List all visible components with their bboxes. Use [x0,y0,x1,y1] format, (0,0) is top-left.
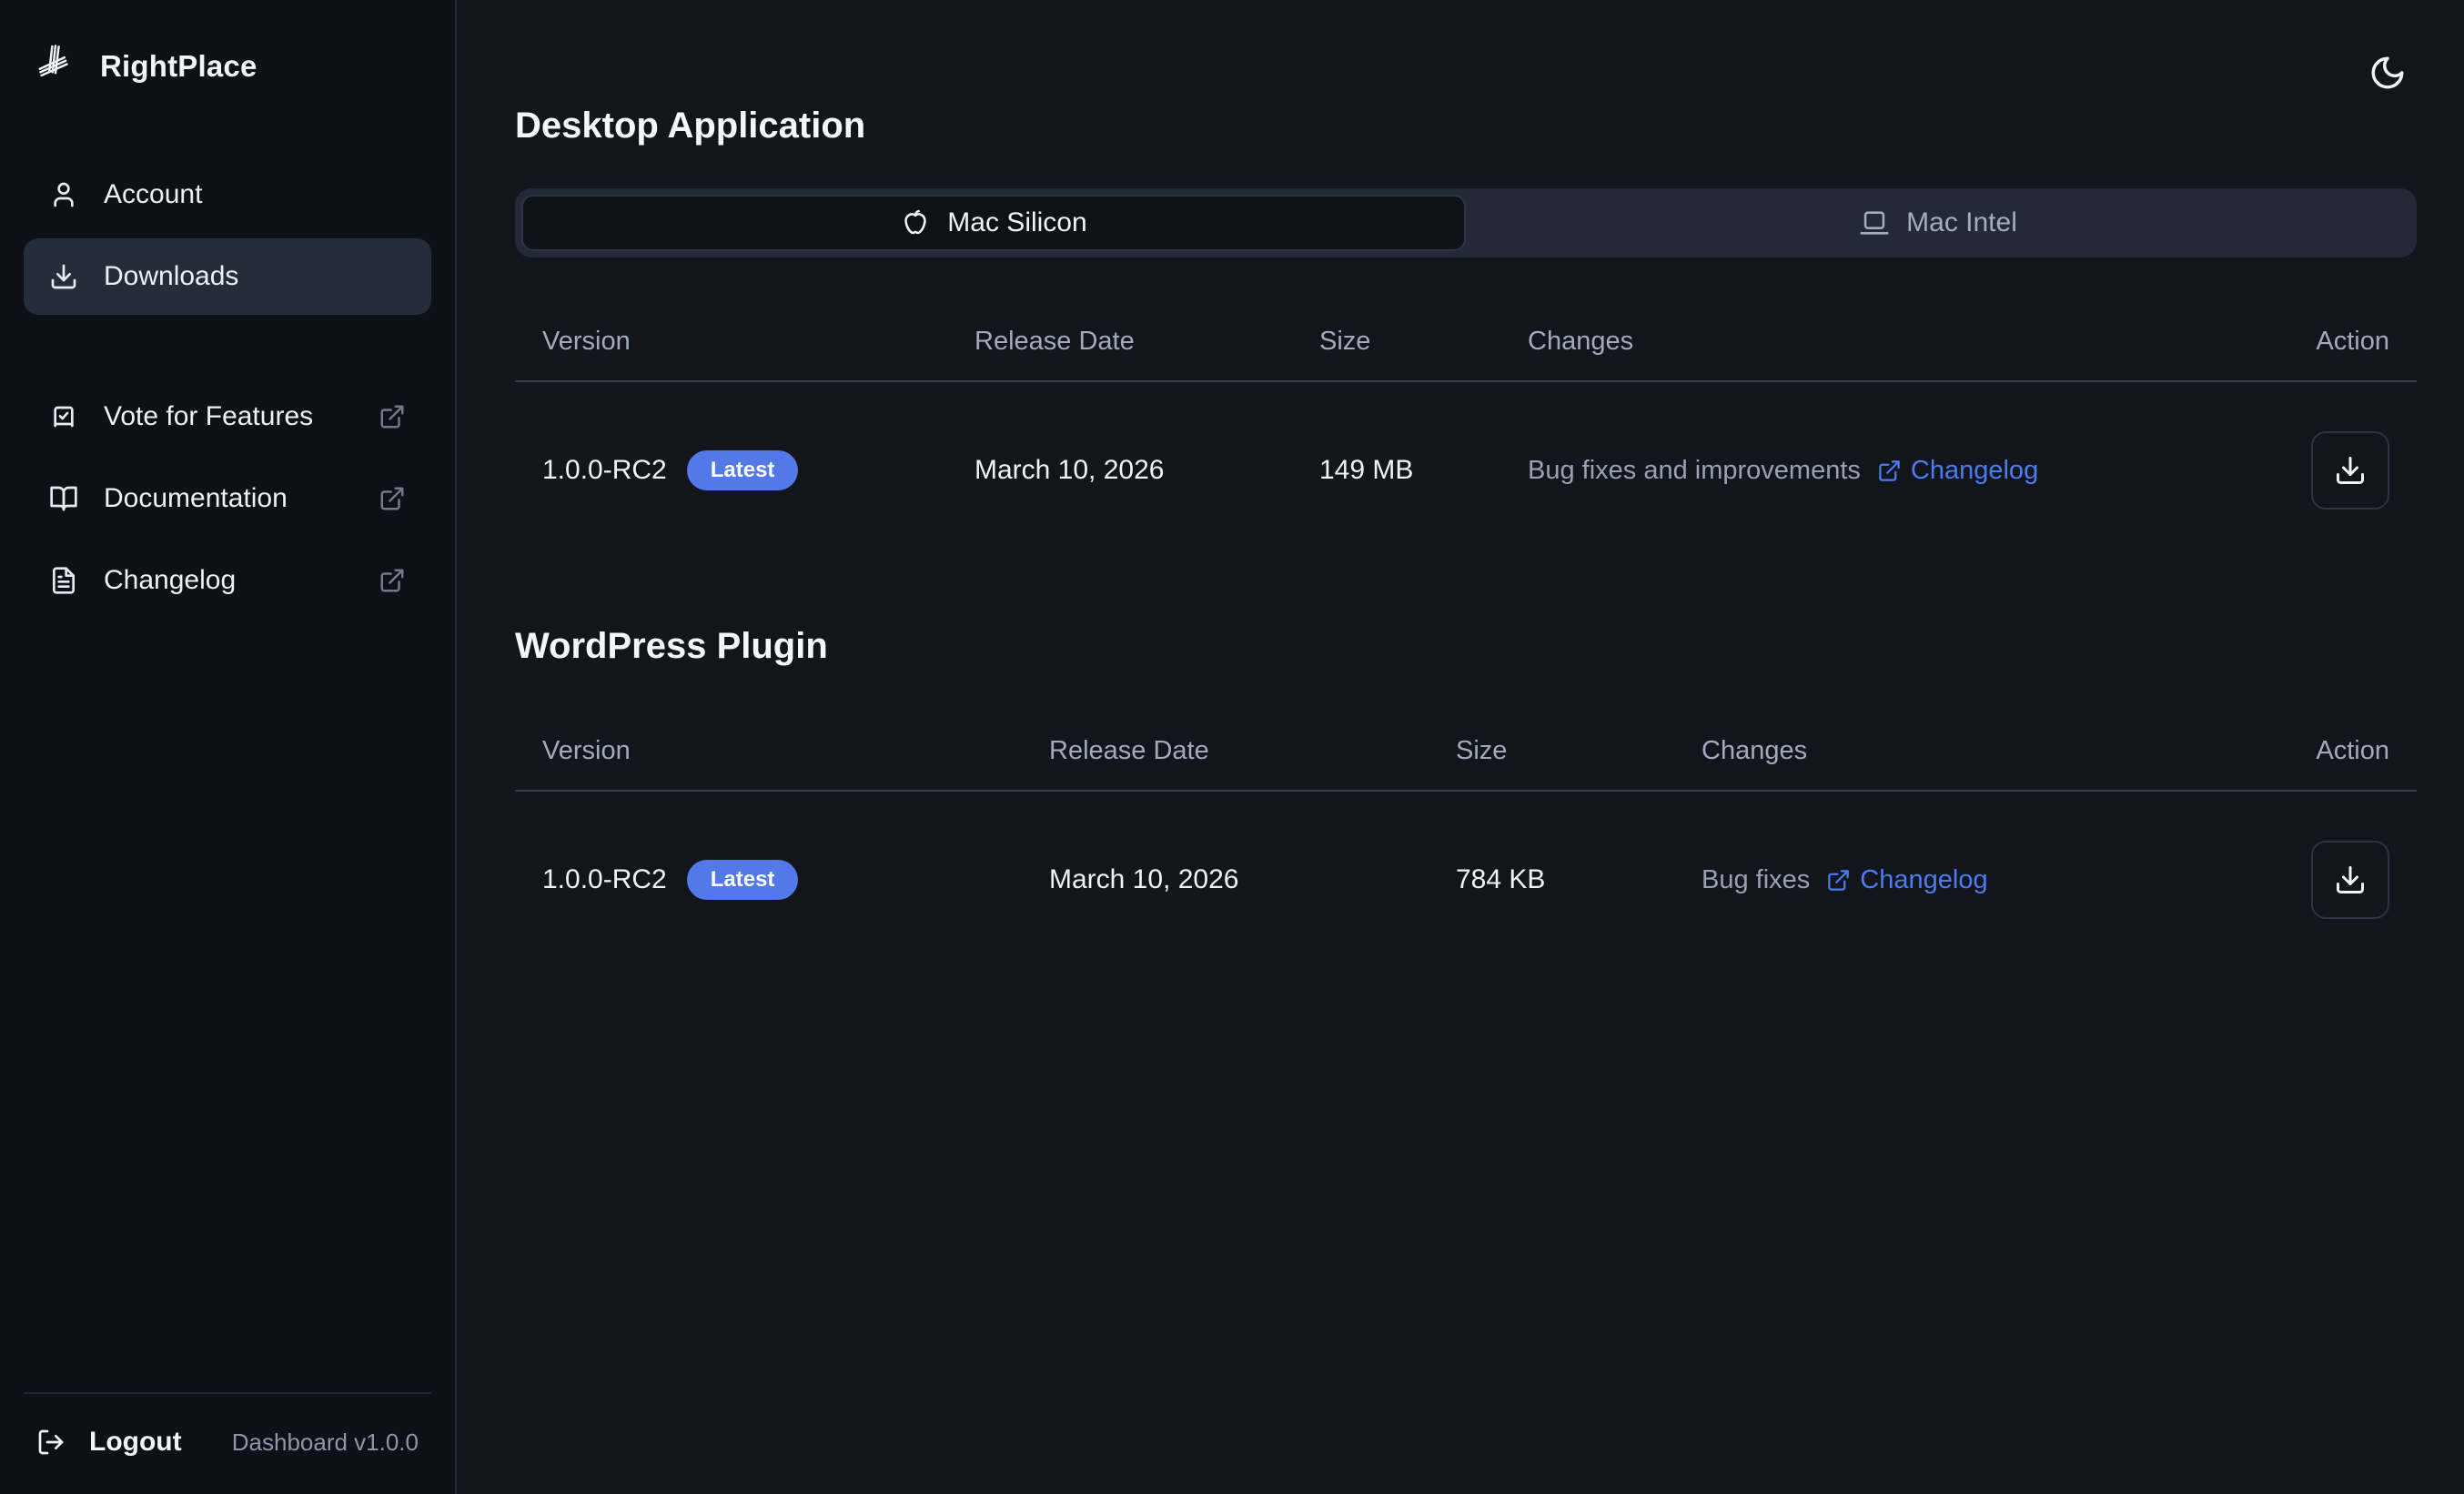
column-header-changes: Changes [1500,303,2244,381]
logout-button[interactable]: Logout [36,1427,182,1458]
sidebar-item-downloads[interactable]: Downloads [24,238,431,315]
log-out-icon [36,1428,66,1457]
column-header-action: Action [2244,712,2417,791]
desktop-downloads-table: Version Release Date Size Changes Action… [515,303,2417,559]
download-icon [2334,454,2367,487]
book-open-icon [49,484,78,513]
logo-text: RightPlace [100,49,258,84]
table-row: 1.0.0-RC2 Latest March 10, 2026 784 KB B… [515,791,2417,968]
release-date-value: March 10, 2026 [1022,791,1429,968]
column-header-size: Size [1429,712,1674,791]
hash-lines-logo-icon [35,42,84,91]
size-value: 149 MB [1292,381,1500,559]
column-header-version: Version [515,303,947,381]
column-header-release-date: Release Date [1022,712,1429,791]
table-header-row: Version Release Date Size Changes Action [515,303,2417,381]
table-row: 1.0.0-RC2 Latest March 10, 2026 149 MB B… [515,381,2417,559]
sidebar: RightPlace Account Downloads [0,0,457,1494]
latest-badge: Latest [687,860,799,900]
wordpress-downloads-table: Version Release Date Size Changes Action… [515,712,2417,968]
sidebar-item-vote-for-features[interactable]: Vote for Features [24,379,431,455]
tab-label: Mac Silicon [947,207,1086,238]
laptop-icon [1859,207,1890,238]
app-version: Dashboard v1.0.0 [232,1428,419,1457]
changes-text: Bug fixes [1702,865,1810,895]
release-date-value: March 10, 2026 [947,381,1292,559]
sidebar-item-account[interactable]: Account [24,156,431,233]
sidebar-item-label: Downloads [104,261,238,292]
sidebar-item-label: Changelog [104,565,236,596]
changelog-link-label: Changelog [1911,456,2038,486]
changelog-link[interactable]: Changelog [1877,456,2038,486]
sidebar-nav: Account Downloads Vote for Features [24,156,431,619]
column-header-version: Version [515,712,1022,791]
column-header-release-date: Release Date [947,303,1292,381]
changes-text: Bug fixes and improvements [1528,456,1861,486]
download-icon [49,262,78,291]
tab-label: Mac Intel [1906,207,2017,238]
section-title-desktop-application: Desktop Application [515,106,2417,146]
external-link-icon [379,403,406,430]
sidebar-item-label: Documentation [104,483,288,514]
external-link-icon [379,485,406,512]
external-link-icon [1877,459,1902,483]
file-text-icon [49,566,78,595]
column-header-changes: Changes [1674,712,2244,791]
table-header-row: Version Release Date Size Changes Action [515,712,2417,791]
sidebar-item-label: Account [104,179,202,210]
tab-mac-intel[interactable]: Mac Intel [1466,195,2410,251]
size-value: 784 KB [1429,791,1674,968]
vote-icon [49,402,78,431]
latest-badge: Latest [687,450,799,490]
apple-icon [900,207,931,238]
logo: RightPlace [24,33,431,100]
moon-icon [2368,54,2407,92]
external-link-icon [379,567,406,594]
download-icon [2334,863,2367,896]
column-header-action: Action [2244,303,2417,381]
external-link-icon [1826,868,1851,893]
changelog-link-label: Changelog [1860,865,1987,895]
download-button[interactable] [2311,841,2389,919]
main-content: Desktop Application Mac Silicon Mac Inte… [457,0,2464,1494]
section-title-wordpress-plugin: WordPress Plugin [515,626,2417,667]
sidebar-footer: Logout Dashboard v1.0.0 [24,1392,431,1458]
column-header-size: Size [1292,303,1500,381]
version-value: 1.0.0-RC2 [542,455,667,486]
theme-toggle-button[interactable] [2362,47,2413,98]
logout-label: Logout [89,1427,182,1458]
download-button[interactable] [2311,431,2389,510]
user-icon [49,180,78,209]
changelog-link[interactable]: Changelog [1826,865,1987,895]
sidebar-item-changelog[interactable]: Changelog [24,542,431,619]
version-value: 1.0.0-RC2 [542,864,667,895]
sidebar-external-group: Vote for Features Documentation [24,379,431,619]
sidebar-item-label: Vote for Features [104,401,313,432]
sidebar-item-documentation[interactable]: Documentation [24,460,431,537]
platform-tabs: Mac Silicon Mac Intel [515,188,2417,257]
tab-mac-silicon[interactable]: Mac Silicon [521,195,1466,251]
